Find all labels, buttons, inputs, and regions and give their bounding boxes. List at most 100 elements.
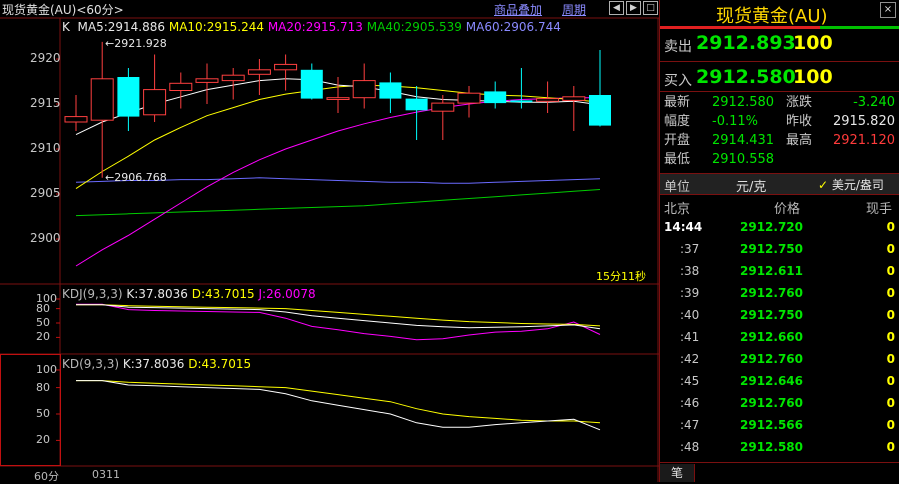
col-vol: 现手: [866, 202, 893, 217]
tick-row: :48 2912.580 0: [660, 436, 899, 458]
candle-body: [300, 69, 323, 99]
osc-tick-label: 50: [36, 316, 50, 329]
price-tick-label: 2910: [30, 141, 61, 155]
sell-price: 2912.893: [696, 32, 796, 54]
candle-body: [326, 97, 350, 100]
stat-l2: 涨跌: [786, 95, 813, 110]
candle-body: [484, 91, 507, 104]
high-annotation: ←2921.928: [105, 37, 167, 50]
col-city: 北京: [664, 202, 691, 217]
tick-row: :40 2912.750 0: [660, 304, 899, 326]
footer-date: 0311: [92, 468, 120, 481]
tick-volume: 0: [886, 330, 895, 344]
price-tick-label: 2900: [30, 231, 61, 245]
tick-volume: 0: [886, 352, 895, 366]
kd-k: K:37.8036: [122, 357, 185, 371]
tick-time: :37: [680, 242, 700, 256]
kdj_k-line: [76, 304, 601, 330]
unit-row: 单位 元/克 ✓ 美元/盎司: [660, 173, 899, 195]
stat-v1: 2912.580: [712, 95, 775, 110]
tick-time: 14:44: [664, 220, 703, 234]
bid-bar-green: [820, 26, 899, 29]
candle-body: [510, 100, 533, 103]
tick-time: :38: [680, 264, 700, 278]
tick-price: 2912.760: [740, 396, 804, 410]
tick-row: :37 2912.750 0: [660, 238, 899, 260]
price-tick-label: 2905: [30, 186, 61, 200]
candle-body: [431, 102, 455, 112]
candle-body: [405, 98, 428, 111]
buy-volume: 100: [793, 66, 833, 88]
kd_k-line: [76, 380, 601, 431]
divider: [660, 61, 899, 62]
tick-volume: 0: [886, 396, 895, 410]
check-icon: ✓: [818, 178, 829, 192]
osc-tick-label: 20: [36, 433, 50, 447]
high-value: 2921.928: [114, 37, 167, 50]
tab-ticks[interactable]: 笔: [660, 464, 695, 482]
tick-volume: 0: [886, 440, 895, 454]
kdj-k: K:37.8036: [126, 287, 188, 301]
tick-price: 2912.566: [740, 418, 804, 432]
unit-option-label: 美元/盎司: [831, 178, 884, 192]
unit-option[interactable]: ✓ 美元/盎司: [818, 176, 884, 193]
kdj-d: D:43.7015: [191, 287, 255, 301]
candle-body: [352, 80, 376, 99]
stat-v1: 2914.431: [712, 133, 775, 148]
divider: [660, 462, 899, 463]
tick-time: :46: [680, 396, 700, 410]
price-tick-label: 2920: [30, 51, 61, 65]
tick-row: 14:44 2912.720 0: [660, 216, 899, 238]
candle-body: [589, 95, 611, 126]
tick-time: :48: [680, 440, 700, 454]
close-icon[interactable]: ×: [880, 2, 896, 18]
tick-price: 2912.611: [740, 264, 804, 278]
countdown: 15分11秒: [596, 270, 646, 283]
kdj-legend: KDJ(9,3,3) K:37.8036 D:43.7015 J:26.0078: [62, 287, 316, 301]
stat-v1: 2910.558: [712, 152, 775, 167]
candle-body: [379, 82, 402, 99]
tick-row: :45 2912.646 0: [660, 370, 899, 392]
kdj-name: KDJ(9,3,3): [62, 287, 123, 301]
unit-value: 元/克: [736, 180, 767, 195]
stat-row: 开盘 2914.431 最高 2921.120: [660, 131, 899, 150]
tick-price: 2912.750: [740, 242, 804, 256]
col-price: 价格: [774, 202, 801, 217]
candle-body: [221, 74, 245, 82]
tick-row: :47 2912.566 0: [660, 414, 899, 436]
stat-l1: 开盘: [664, 133, 691, 148]
stat-v2: 2915.820: [832, 114, 895, 129]
osc-tick-label: 50: [36, 407, 50, 420]
tick-time: :42: [680, 352, 700, 366]
candle-body: [169, 82, 193, 92]
tick-time: :39: [680, 286, 700, 300]
stat-l1: 幅度: [664, 114, 691, 129]
buy-label: 买入: [664, 73, 692, 89]
candle-body: [64, 116, 88, 123]
tick-volume: 0: [886, 308, 895, 322]
tick-time: :40: [680, 308, 700, 322]
candle-body: [562, 96, 586, 101]
stat-l1: 最新: [664, 95, 691, 110]
kd-legend: KD(9,3,3) K:37.8036 D:43.7015: [62, 357, 251, 371]
tick-price: 2912.660: [740, 330, 804, 344]
tick-volume: 0: [886, 220, 895, 234]
candle-body: [536, 98, 560, 102]
chart-area: 现货黄金(AU)<60分> 商品叠加 周期 ◀ ▶ □ K MA5:2914.8…: [0, 0, 659, 483]
tick-price: 2912.720: [740, 220, 804, 234]
candle-body: [195, 78, 219, 83]
tick-price: 2912.760: [740, 286, 804, 300]
kd-d: D:43.7015: [188, 357, 252, 371]
price-tick-label: 2915: [30, 96, 61, 110]
candle-body: [247, 69, 271, 75]
kdj_j-line: [76, 303, 601, 341]
kline-chart[interactable]: [0, 0, 659, 482]
stat-l2: 昨收: [786, 114, 813, 129]
candle-body: [117, 77, 140, 117]
osc-tick-label: 80: [36, 380, 50, 394]
low-annotation: ←2906.768: [105, 171, 167, 184]
tick-row: :38 2912.611 0: [660, 260, 899, 282]
candle-body: [90, 78, 114, 121]
tick-volume: 0: [886, 374, 895, 388]
ma40-line: [75, 189, 601, 217]
